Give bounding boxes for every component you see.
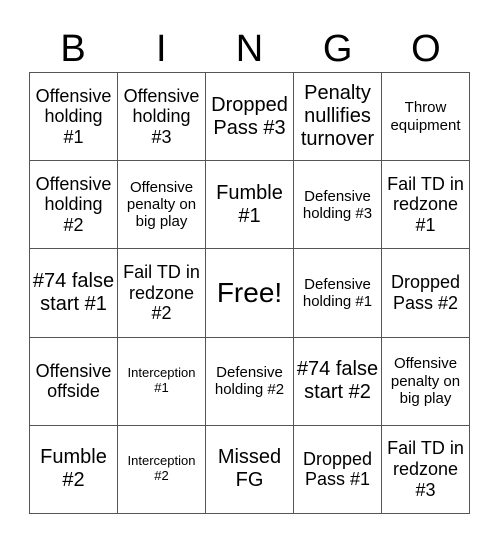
bingo-cell[interactable]: Offensive offside	[30, 337, 118, 426]
bingo-cell[interactable]: Dropped Pass #1	[294, 425, 382, 514]
bingo-cell[interactable]: Offensive penalty on big play	[118, 161, 206, 250]
header-letter-b: B	[60, 28, 86, 70]
bingo-cell[interactable]: Offensive holding #2	[30, 161, 118, 250]
bingo-cell-label: #74 false start #2	[296, 358, 379, 404]
free-space-cell[interactable]: Free!	[206, 249, 294, 338]
bingo-cell-label: Fumble #2	[40, 446, 107, 492]
bingo-cell[interactable]: #74 false start #2	[294, 337, 382, 426]
bingo-cell[interactable]: Offensive penalty on big play	[382, 337, 470, 426]
bingo-cell-label: Fail TD in redzone #1	[387, 173, 464, 236]
bingo-cell-label: Fail TD in redzone #3	[387, 438, 464, 500]
bingo-cell[interactable]: Fail TD in redzone #1	[382, 161, 470, 250]
bingo-cell-label: Offensive penalty on big play	[126, 178, 197, 231]
bingo-cell[interactable]: Fumble #2	[30, 425, 118, 514]
bingo-cell-label: Dropped Pass #1	[302, 448, 373, 490]
bingo-cell-label: Offensive holding #2	[35, 173, 112, 236]
bingo-cell[interactable]: Fumble #1	[206, 161, 294, 250]
header-letter-n: N	[235, 28, 264, 70]
bingo-grid: Offensive holding #1 Offensive holding #3…	[29, 72, 470, 514]
bingo-cell-label: Dropped Pass #3	[211, 93, 288, 139]
bingo-cell-label: #74 false start #1	[32, 269, 115, 315]
bingo-cell-label: Missed FG	[217, 446, 282, 492]
bingo-cell-label: Defensive holding #1	[302, 275, 373, 310]
bingo-header: B I N G O	[29, 26, 470, 72]
bingo-cell-label: Offensive penalty on big play	[390, 355, 461, 407]
bingo-cell[interactable]: Throw equipment	[382, 73, 470, 162]
bingo-cell[interactable]: Fail TD in redzone #3	[382, 425, 470, 514]
bingo-cell-label: Offensive offside	[35, 360, 112, 402]
header-letter-g: G	[322, 28, 353, 70]
bingo-cell[interactable]: Dropped Pass #2	[382, 249, 470, 338]
bingo-cell[interactable]: Dropped Pass #3	[206, 73, 294, 162]
bingo-cell-label: Offensive holding #3	[123, 85, 200, 147]
bingo-cell-label: Free!	[216, 276, 283, 308]
bingo-cell-label: Dropped Pass #2	[390, 272, 461, 313]
header-letter-i: I	[156, 28, 167, 70]
bingo-cell-label: Defensive holding #2	[214, 363, 285, 399]
header-letter-o: O	[411, 28, 441, 70]
bingo-cell[interactable]: Fail TD in redzone #2	[118, 249, 206, 338]
bingo-cell[interactable]: Offensive holding #1	[30, 73, 118, 162]
bingo-cell-label: Defensive holding #3	[302, 187, 373, 222]
bingo-cell-label: Fumble #1	[216, 181, 283, 227]
bingo-cell[interactable]: Missed FG	[206, 425, 294, 514]
bingo-cell-label: Interception #2	[127, 453, 196, 484]
bingo-cell[interactable]: Defensive holding #3	[294, 161, 382, 250]
bingo-cell-label: Interception #1	[127, 365, 196, 396]
bingo-cell-label: Fail TD in redzone #2	[123, 261, 200, 324]
bingo-cell[interactable]: #74 false start #1	[30, 249, 118, 338]
bingo-cell[interactable]: Interception #1	[118, 337, 206, 426]
bingo-cell[interactable]: Interception #2	[118, 425, 206, 514]
bingo-cell-label: Penalty nullifies turnover	[300, 82, 375, 151]
bingo-cell[interactable]: Offensive holding #3	[118, 73, 206, 162]
bingo-cell-label: Throw equipment	[390, 99, 461, 134]
bingo-cell-label: Offensive holding #1	[35, 85, 112, 147]
bingo-cell[interactable]: Defensive holding #2	[206, 337, 294, 426]
bingo-cell[interactable]: Penalty nullifies turnover	[294, 73, 382, 162]
bingo-cell[interactable]: Defensive holding #1	[294, 249, 382, 338]
